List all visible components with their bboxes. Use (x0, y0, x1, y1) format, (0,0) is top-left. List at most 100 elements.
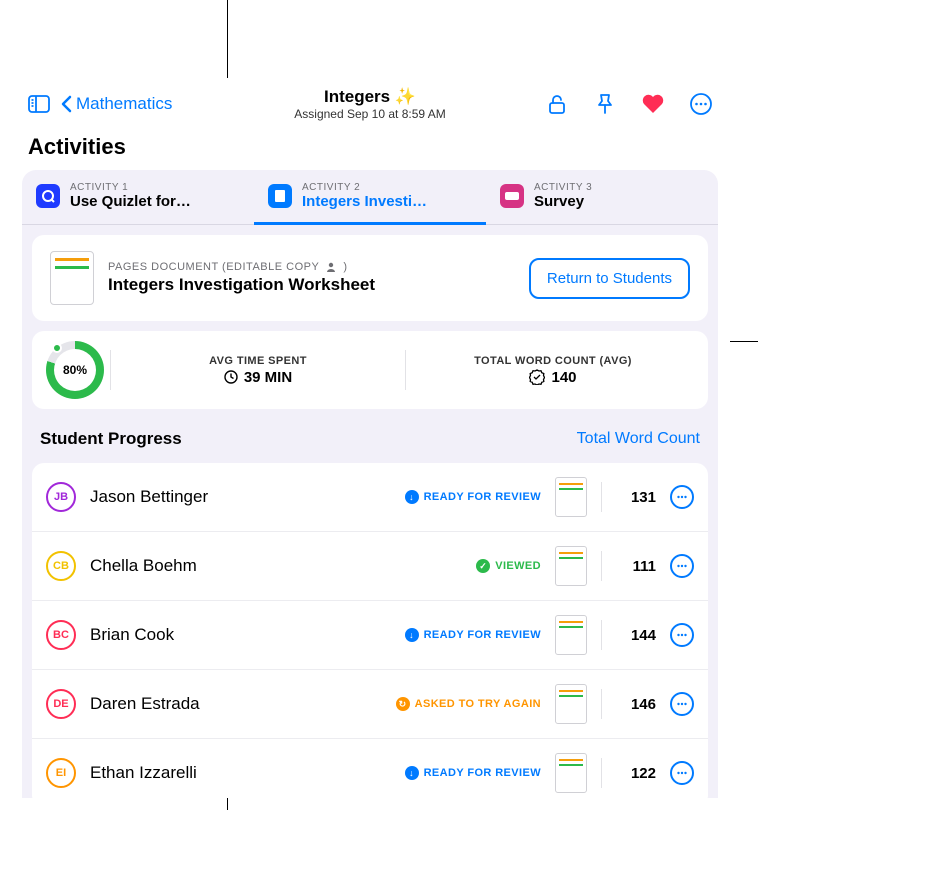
return-to-students-button[interactable]: Return to Students (529, 258, 690, 299)
student-row[interactable]: EIEthan Izzarelli↓READY FOR REVIEW122 (32, 739, 708, 798)
student-row[interactable]: JBJason Bettinger↓READY FOR REVIEW131 (32, 463, 708, 532)
badge-icon (529, 369, 545, 385)
avg-time-value: 39 MIN (224, 369, 292, 386)
progress-title: Student Progress (40, 429, 182, 449)
document-type-close: ) (343, 261, 347, 273)
more-button[interactable] (688, 91, 714, 117)
sort-button[interactable]: Total Word Count (577, 430, 700, 448)
student-avatar: CB (46, 551, 76, 581)
word-count: 111 (616, 558, 656, 575)
progress-ring: 80% (46, 341, 104, 399)
avg-time-metric: AVG TIME SPENT 39 MIN (111, 355, 405, 386)
progress-percent: 80% (54, 349, 96, 391)
student-name: Daren Estrada (90, 694, 382, 714)
status-icon: ↓ (405, 628, 419, 642)
ellipsis-icon (675, 766, 689, 780)
lock-button[interactable] (544, 91, 570, 117)
tab-text: ACTIVITY 3Survey (534, 182, 592, 210)
activities-card: ACTIVITY 1Use Quizlet for…ACTIVITY 2Inte… (22, 170, 718, 798)
sidebar-icon (28, 95, 50, 113)
submission-thumbnail[interactable] (555, 684, 587, 724)
metrics-row: 80% AVG TIME SPENT 39 MIN TOTAL WORD COU… (32, 331, 708, 409)
status-text: VIEWED (495, 560, 541, 572)
top-bar-actions (544, 78, 714, 130)
activity-detail: PAGES DOCUMENT (EDITABLE COPY ) Integers… (32, 235, 708, 321)
avg-time-value-text: 39 MIN (244, 369, 292, 386)
status-icon: ✓ (476, 559, 490, 573)
status-icon: ↻ (396, 697, 410, 711)
word-count-metric: TOTAL WORD COUNT (AVG) 140 (406, 355, 700, 386)
submission-thumbnail[interactable] (555, 546, 587, 586)
favorite-button[interactable] (640, 91, 666, 117)
ellipsis-icon (675, 559, 689, 573)
tab-text: ACTIVITY 1Use Quizlet for… (70, 182, 191, 210)
student-row[interactable]: DE Daren Estrada ↻ ASKED TO TRY AGAIN 146 (32, 670, 708, 739)
document-type-text: PAGES DOCUMENT (EDITABLE COPY (108, 261, 319, 273)
person-icon (325, 261, 337, 273)
quizlet-icon (36, 184, 60, 208)
divider (601, 482, 602, 512)
status-text: READY FOR REVIEW (424, 491, 541, 503)
submission-thumbnail[interactable] (555, 753, 587, 793)
activity-tab-2[interactable]: ACTIVITY 2Integers Investi… (254, 170, 486, 224)
ellipsis-icon (675, 697, 689, 711)
submission-thumbnail[interactable] (555, 615, 587, 655)
back-button[interactable]: Mathematics (60, 94, 172, 114)
ellipsis-circle-icon (689, 92, 713, 116)
student-list: JBJason Bettinger↓READY FOR REVIEW131CBC… (32, 463, 708, 798)
row-more-button[interactable] (670, 485, 694, 509)
tab-label: Integers Investi… (302, 193, 427, 210)
submission-thumbnail[interactable] (555, 477, 587, 517)
divider (601, 551, 602, 581)
status-badge: ↻ ASKED TO TRY AGAIN (396, 697, 541, 711)
word-count-value: 140 (529, 369, 576, 386)
avg-time-label: AVG TIME SPENT (209, 355, 307, 367)
word-count: 146 (616, 696, 656, 713)
row-more-button[interactable] (670, 692, 694, 716)
unlock-icon (546, 93, 568, 115)
divider (601, 689, 602, 719)
pin-icon (595, 93, 615, 115)
student-avatar: JB (46, 482, 76, 512)
chevron-left-icon (60, 94, 74, 114)
tab-label: Survey (534, 193, 592, 210)
divider (601, 620, 602, 650)
status-icon: ↓ (405, 766, 419, 780)
row-more-button[interactable] (670, 623, 694, 647)
student-row[interactable]: BCBrian Cook↓READY FOR REVIEW144 (32, 601, 708, 670)
sidebar-toggle-button[interactable] (26, 91, 52, 117)
page-subtitle: Assigned Sep 10 at 8:59 AM (294, 107, 445, 121)
pages-icon (268, 184, 292, 208)
document-title: Integers Investigation Worksheet (108, 275, 515, 295)
student-name: Brian Cook (90, 625, 391, 645)
app-window: Mathematics Integers ✨ Assigned Sep 10 a… (10, 78, 730, 798)
status-badge: ↓READY FOR REVIEW (405, 490, 541, 504)
activity-tab-3[interactable]: ACTIVITY 3Survey (486, 170, 718, 224)
ellipsis-icon (675, 490, 689, 504)
tab-kicker: ACTIVITY 2 (302, 182, 427, 193)
tab-kicker: ACTIVITY 3 (534, 182, 592, 193)
student-row[interactable]: CBChella Boehm✓VIEWED111 (32, 532, 708, 601)
progress-ring-dot (52, 343, 62, 353)
student-avatar: DE (46, 689, 76, 719)
word-count-label: TOTAL WORD COUNT (AVG) (474, 355, 632, 367)
word-count: 144 (616, 627, 656, 644)
activity-tab-1[interactable]: ACTIVITY 1Use Quizlet for… (22, 170, 254, 224)
word-count: 122 (616, 765, 656, 782)
word-count: 131 (616, 489, 656, 506)
word-count-value-text: 140 (551, 369, 576, 386)
document-thumbnail[interactable] (50, 251, 94, 305)
page-title: Integers ✨ (324, 87, 416, 107)
row-more-button[interactable] (670, 554, 694, 578)
activity-tabs: ACTIVITY 1Use Quizlet for… ACTIVITY 2Inte… (22, 170, 718, 225)
progress-header: Student Progress Total Word Count (22, 409, 718, 459)
heart-icon (641, 93, 665, 115)
document-type-label: PAGES DOCUMENT (EDITABLE COPY ) (108, 261, 515, 273)
pin-button[interactable] (592, 91, 618, 117)
row-more-button[interactable] (670, 761, 694, 785)
status-text: ASKED TO TRY AGAIN (415, 698, 541, 710)
top-bar: Mathematics Integers ✨ Assigned Sep 10 a… (10, 78, 730, 130)
status-badge: ↓READY FOR REVIEW (405, 766, 541, 780)
tab-label: Use Quizlet for… (70, 193, 191, 210)
student-avatar: EI (46, 758, 76, 788)
